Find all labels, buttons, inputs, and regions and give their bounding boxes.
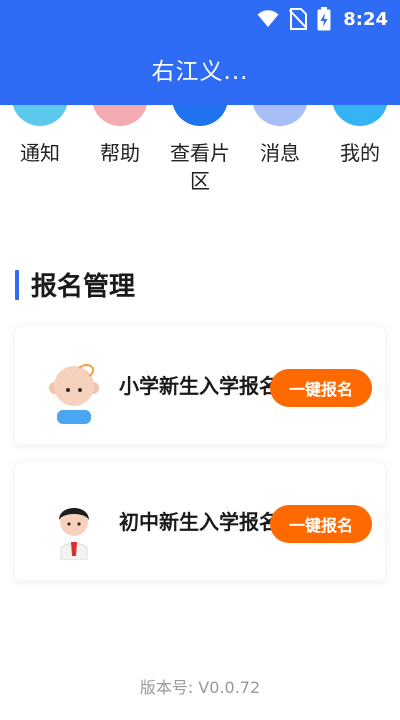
quick-nav-label: 帮助 (100, 141, 140, 165)
wifi-icon (257, 10, 279, 27)
section-header: 报名管理 (15, 266, 135, 303)
one-click-enroll-button[interactable]: 一键报名 (270, 369, 372, 407)
no-sim-icon (289, 8, 308, 30)
card-title: 初中新生入学报名 (119, 510, 279, 534)
page-title: 右江义... (151, 59, 249, 85)
status-bar: 8:24 (0, 0, 400, 38)
enroll-card-junior[interactable]: 初中新生入学报名 一键报名 (15, 462, 385, 580)
app-bar: 8:24 右江义... (0, 0, 400, 105)
student-avatar (59, 508, 89, 560)
quick-nav-label: 查看片区 (170, 141, 230, 193)
section-accent-bar (15, 269, 19, 300)
one-click-enroll-button[interactable]: 一键报名 (270, 505, 372, 543)
battery-charging-icon (317, 7, 331, 31)
status-time: 8:24 (343, 8, 388, 30)
section-title: 报名管理 (31, 272, 136, 302)
quick-nav-label: 消息 (260, 141, 300, 165)
quick-nav-label: 我的 (340, 141, 380, 165)
card-title: 小学新生入学报名 (119, 374, 279, 398)
version-label: 版本号: V0.0.72 (139, 678, 261, 697)
baby-avatar (49, 364, 99, 424)
quick-nav-label: 通知 (20, 141, 60, 165)
enroll-card-primary[interactable]: 小学新生入学报名 一键报名 (15, 326, 385, 444)
